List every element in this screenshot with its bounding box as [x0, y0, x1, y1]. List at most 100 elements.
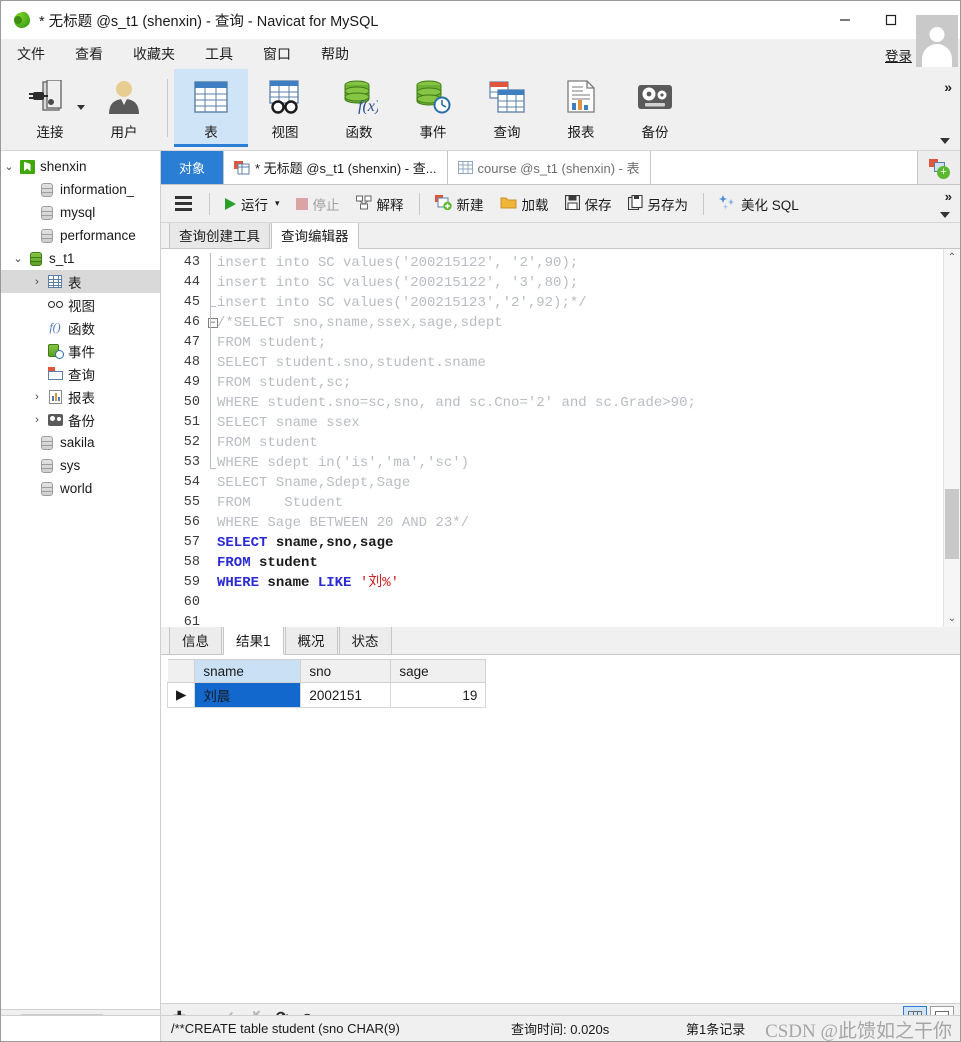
chevron-down-icon[interactable]: ▾	[275, 198, 280, 209]
scroll-down-icon[interactable]: ⌄	[944, 610, 960, 627]
sub-tab-query-builder[interactable]: 查询创建工具	[169, 221, 270, 248]
tree-label: s_t1	[49, 251, 75, 266]
scrollbar-thumb[interactable]	[945, 489, 959, 559]
database-icon	[37, 435, 57, 450]
sub-tab-query-editor[interactable]: 查询编辑器	[271, 221, 359, 249]
editor-vertical-scrollbar[interactable]: ⌃ ⌄	[943, 249, 960, 627]
menu-favorites[interactable]: 收藏夹	[133, 41, 189, 67]
chevron-right-icon[interactable]: ›	[29, 276, 45, 288]
save-as-button[interactable]: 另存为	[620, 190, 697, 218]
toolbar-button-function[interactable]: f(x) 函数	[322, 69, 396, 147]
beautify-sql-button[interactable]: 美化 SQL	[711, 190, 807, 218]
tree-node-information-schema[interactable]: information_	[1, 178, 160, 201]
tree-node-reports[interactable]: › 报表	[1, 385, 160, 408]
toolbar-button-user[interactable]: 用户	[87, 69, 161, 147]
tree-node-tables[interactable]: › 表	[1, 270, 160, 293]
tree-label: 查询	[68, 367, 95, 383]
toolbar-button-event[interactable]: 事件	[396, 69, 470, 147]
new-tab-button[interactable]: +	[918, 151, 960, 184]
column-header-sname[interactable]: sname	[194, 659, 302, 683]
query-toolbar-overflow-icon[interactable]: »	[945, 189, 952, 204]
hamburger-menu-icon[interactable]	[173, 196, 202, 211]
new-icon	[434, 194, 452, 213]
explain-button[interactable]: 解释	[348, 190, 412, 218]
menu-window[interactable]: 窗口	[263, 41, 305, 67]
chevron-down-icon[interactable]: ⌄	[1, 160, 17, 173]
toolbar-label-backup: 备份	[641, 125, 669, 140]
menu-tools[interactable]: 工具	[205, 41, 247, 67]
menu-file[interactable]: 文件	[17, 41, 59, 67]
tree-node-shenxin[interactable]: ⌄ shenxin	[1, 155, 160, 178]
line-number: 44	[183, 275, 200, 290]
cell-sage[interactable]: 19	[390, 682, 487, 708]
tree-node-functions[interactable]: f() 函数	[1, 316, 160, 339]
toolbar-button-view[interactable]: 视图	[248, 69, 322, 147]
table-row[interactable]: ▶ 刘晨 2002151 19	[166, 682, 487, 708]
code-line: WHERE sdept in('is','ma','sc')	[217, 455, 470, 471]
tree-node-sys[interactable]: sys	[1, 454, 160, 477]
chevron-right-icon[interactable]: ›	[29, 391, 45, 403]
code-line: FROM student	[217, 555, 318, 571]
line-number: 58	[183, 555, 200, 570]
column-header-sage[interactable]: sage	[390, 659, 487, 683]
sql-editor[interactable]: 43 44 45 46 − 47 48 49 50 51 52 53 54 55	[161, 249, 960, 627]
result-tab-status[interactable]: 状态	[338, 625, 392, 654]
new-button[interactable]: 新建	[427, 190, 492, 218]
tree-node-world[interactable]: world	[1, 477, 160, 500]
minimize-button[interactable]	[822, 1, 868, 38]
chevron-down-icon[interactable]: ⌄	[10, 252, 26, 265]
toolbar-overflow-icon[interactable]: »	[944, 79, 952, 95]
query-toolbar-collapse-icon[interactable]	[940, 212, 950, 218]
stop-label: 停止	[312, 197, 340, 213]
load-label: 加载	[521, 197, 549, 213]
toolbar-button-connection[interactable]: 连接	[13, 69, 87, 147]
chevron-down-icon[interactable]	[77, 105, 85, 110]
load-button[interactable]: 加载	[492, 190, 557, 218]
tree-node-backups[interactable]: › 备份	[1, 408, 160, 431]
menu-view[interactable]: 查看	[75, 41, 117, 67]
tree-node-events[interactable]: 事件	[1, 339, 160, 362]
run-button[interactable]: 运行 ▾	[217, 190, 288, 218]
toolbar-button-report[interactable]: 报表	[544, 69, 618, 147]
toolbar-button-backup[interactable]: 备份	[618, 69, 692, 147]
result-tab-profile[interactable]: 概况	[284, 625, 338, 654]
cell-sname[interactable]: 刘晨	[194, 682, 302, 708]
result-tab-info[interactable]: 信息	[169, 625, 222, 654]
line-number: 50	[183, 395, 200, 410]
run-icon	[225, 197, 236, 210]
cell-sno[interactable]: 2002151	[300, 682, 392, 708]
result-grid[interactable]: sname sno sage ▶ 刘晨 2002151 19	[161, 655, 960, 1003]
save-as-icon	[627, 194, 643, 213]
tab-table-course[interactable]: course @s_t1 (shenxin) - 表	[447, 151, 651, 184]
tree-node-views[interactable]: 视图	[1, 293, 160, 316]
toolbar-collapse-icon[interactable]	[940, 138, 950, 144]
login-link[interactable]: 登录	[885, 45, 912, 65]
tab-bar-empty-space	[650, 151, 918, 184]
tree-node-sakila[interactable]: sakila	[1, 431, 160, 454]
toolbar-button-query[interactable]: 查询	[470, 69, 544, 147]
scroll-up-icon[interactable]: ⌃	[944, 249, 960, 266]
tree-node-mysql[interactable]: mysql	[1, 201, 160, 224]
menu-help[interactable]: 帮助	[321, 41, 363, 67]
window-title: * 无标题 @s_t1 (shenxin) - 查询 - Navicat for…	[39, 13, 379, 30]
toolbar-button-table[interactable]: 表	[174, 69, 248, 147]
result-tab-result1[interactable]: 结果1	[223, 625, 284, 655]
chevron-right-icon[interactable]: ›	[29, 414, 45, 426]
tree-node-s-t1[interactable]: ⌄ s_t1	[1, 247, 160, 270]
maximize-button[interactable]	[868, 1, 914, 38]
sql-code-area[interactable]: insert into SC values('200215122', '2',9…	[205, 249, 960, 627]
tree-label: sys	[60, 458, 81, 473]
line-number: 48	[183, 355, 200, 370]
beautify-sql-icon	[719, 194, 736, 213]
database-icon	[37, 228, 57, 243]
tab-query-untitled[interactable]: * 无标题 @s_t1 (shenxin) - 查...	[224, 151, 448, 184]
code-line: SELECT sname,sno,sage	[217, 535, 394, 551]
column-header-sno[interactable]: sno	[300, 659, 392, 683]
tab-objects[interactable]: 对象	[161, 151, 225, 184]
save-button[interactable]: 保存	[557, 190, 620, 218]
tree-node-performance-schema[interactable]: performance	[1, 224, 160, 247]
avatar[interactable]	[916, 15, 958, 67]
toolbar-label-query: 查询	[493, 125, 521, 140]
tree-node-queries[interactable]: 查询	[1, 362, 160, 385]
code-line: WHERE sname LIKE '刘%'	[217, 575, 400, 591]
